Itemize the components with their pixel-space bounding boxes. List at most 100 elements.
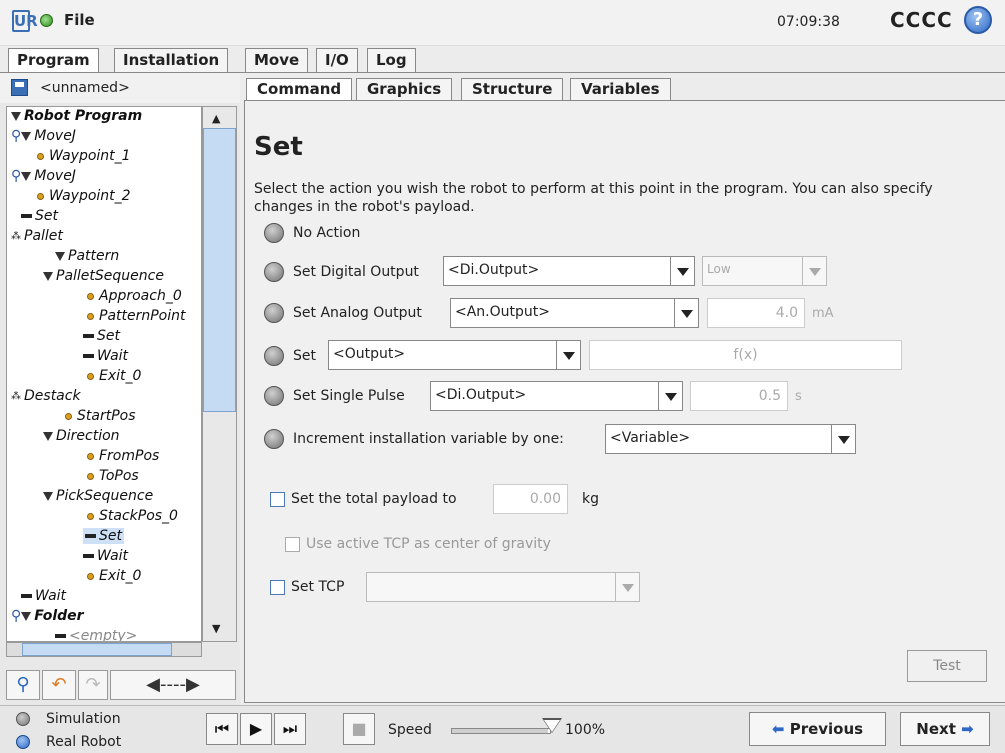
step-forward-icon[interactable]: ⏭ (274, 713, 306, 745)
tree-node-movej[interactable]: ⚲ MoveJ (11, 168, 76, 184)
chevron-down-icon[interactable] (659, 381, 683, 411)
search-icon[interactable]: ⚲ (6, 670, 40, 700)
tree-node-picksequence[interactable]: PickSequence (43, 488, 153, 504)
scroll-down-icon[interactable]: ▼ (212, 622, 220, 635)
tab-installation[interactable]: Installation (114, 48, 229, 72)
stop-icon[interactable]: ■ (343, 713, 375, 745)
triangle-icon (21, 131, 32, 141)
program-name: <unnamed> (40, 80, 130, 96)
chevron-down-icon[interactable] (675, 298, 699, 328)
digital-output-select[interactable]: <Di.Output> (443, 256, 671, 286)
tree-node-waypoint[interactable]: Exit_0 (87, 368, 141, 384)
tab-io[interactable]: I/O (316, 48, 358, 72)
tab-move[interactable]: Move (245, 48, 309, 72)
speed-label: Speed (388, 722, 432, 738)
tree-node-waypoint[interactable]: StackPos_0 (87, 508, 178, 524)
tree-node-waypoint[interactable]: ToPos (87, 468, 139, 484)
digital-state-select[interactable]: Low (702, 256, 803, 286)
chevron-down-icon[interactable] (616, 572, 640, 602)
next-button[interactable]: Next ➡ (900, 712, 990, 746)
set-tcp-checkbox[interactable] (270, 580, 285, 595)
skip-back-icon[interactable]: ⏮ (206, 713, 238, 745)
set-expression-label: Set (293, 348, 316, 364)
no-action-radio[interactable] (264, 223, 284, 243)
top-bar (0, 0, 1005, 46)
analog-value-input[interactable]: 4.0 (707, 298, 805, 328)
analog-output-radio[interactable] (264, 303, 284, 323)
output-select[interactable]: <Output> (328, 340, 557, 370)
tree-node-waypoint[interactable]: Waypoint_1 (37, 148, 131, 164)
tree-node-waypoint[interactable]: PatternPoint (87, 308, 186, 324)
payload-checkbox[interactable] (270, 492, 285, 507)
tab-structure[interactable]: Structure (461, 78, 564, 100)
redo-icon[interactable]: ↷ (78, 670, 108, 700)
real-robot-radio-icon[interactable] (16, 735, 30, 749)
tree-node-wait[interactable]: Wait (21, 588, 66, 604)
chevron-down-icon[interactable] (557, 340, 581, 370)
set-expression-radio[interactable] (264, 346, 284, 366)
tree-node-waypoint[interactable]: StartPos (65, 408, 136, 424)
waypoint-icon (37, 192, 44, 200)
undo-icon[interactable]: ↶ (42, 670, 76, 700)
bar-icon (83, 354, 94, 358)
scroll-up-icon[interactable]: ▲ (212, 112, 220, 125)
tree-hscroll-thumb[interactable] (22, 643, 172, 656)
tab-graphics[interactable]: Graphics (356, 78, 453, 100)
tree-node-set[interactable]: Set (21, 208, 58, 224)
pulse-output-select[interactable]: <Di.Output> (430, 381, 659, 411)
tree-node-wait[interactable]: Wait (83, 348, 128, 364)
triangle-icon (55, 251, 65, 261)
tree-node-folder[interactable]: ⚲ Folder (11, 608, 84, 624)
use-tcp-checkbox[interactable] (285, 537, 300, 552)
increment-variable-radio[interactable] (264, 429, 284, 449)
tree-scroll-thumb[interactable] (203, 128, 236, 412)
expression-input[interactable]: f(x) (589, 340, 902, 370)
tree-node-empty[interactable]: <empty> (55, 628, 137, 641)
tab-program[interactable]: Program (8, 48, 99, 73)
bar-icon (21, 214, 32, 218)
speed-value: 100% (565, 722, 606, 738)
tree-node-palletsequence[interactable]: PalletSequence (43, 268, 164, 284)
previous-button[interactable]: ⬅ Previous (749, 712, 886, 746)
chevron-down-icon[interactable] (832, 424, 856, 454)
analog-unit: mA (812, 306, 834, 321)
tree-node-set-selected[interactable]: Set (83, 528, 124, 544)
pulse-duration-input[interactable]: 0.5 (690, 381, 788, 411)
chevron-down-icon[interactable] (671, 256, 695, 286)
help-icon[interactable]: ? (964, 6, 992, 34)
bar-icon (83, 334, 94, 338)
save-icon[interactable] (11, 79, 28, 96)
tree-node-waypoint[interactable]: Waypoint_2 (37, 188, 131, 204)
file-menu[interactable]: File (64, 11, 95, 29)
tab-log[interactable]: Log (367, 48, 416, 72)
tree-node-wait[interactable]: Wait (83, 548, 128, 564)
test-button[interactable]: Test (907, 650, 987, 682)
tree-node-movej[interactable]: ⚲ MoveJ (11, 128, 76, 144)
set-tcp-label: Set TCP (291, 579, 345, 595)
tree-node-waypoint[interactable]: FromPos (87, 448, 159, 464)
single-pulse-radio[interactable] (264, 386, 284, 406)
payload-label: Set the total payload to (291, 491, 457, 507)
move-node-arrows-icon[interactable]: ◀‑‑‑‑▶ (110, 670, 236, 700)
tree-node-set[interactable]: Set (83, 328, 120, 344)
chevron-down-icon[interactable] (803, 256, 827, 286)
tree-node-waypoint[interactable]: Exit_0 (87, 568, 141, 584)
tree-node-direction[interactable]: Direction (43, 428, 120, 444)
analog-output-select[interactable]: <An.Output> (450, 298, 675, 328)
tree-node-pattern[interactable]: Pattern (55, 248, 119, 264)
tree-node-waypoint[interactable]: Approach_0 (87, 288, 182, 304)
tree-node-robot-program[interactable]: Robot Program (11, 108, 142, 124)
play-icon[interactable]: ▶ (240, 713, 272, 745)
payload-input[interactable]: 0.00 (493, 484, 568, 514)
tree-node-destack[interactable]: ⁂ Destack (11, 388, 81, 404)
simulation-radio-icon[interactable] (16, 712, 30, 726)
description-text: Select the action you wish the robot to … (254, 181, 933, 215)
digital-output-radio[interactable] (264, 262, 284, 282)
tab-variables[interactable]: Variables (570, 78, 671, 100)
tab-command[interactable]: Command (246, 78, 353, 100)
tcp-select[interactable] (366, 572, 616, 602)
variable-select[interactable]: <Variable> (605, 424, 832, 454)
waypoint-icon (87, 452, 94, 460)
ur-logo-icon: UR (12, 10, 38, 32)
tree-node-pallet[interactable]: ⁂ Pallet (11, 228, 63, 244)
